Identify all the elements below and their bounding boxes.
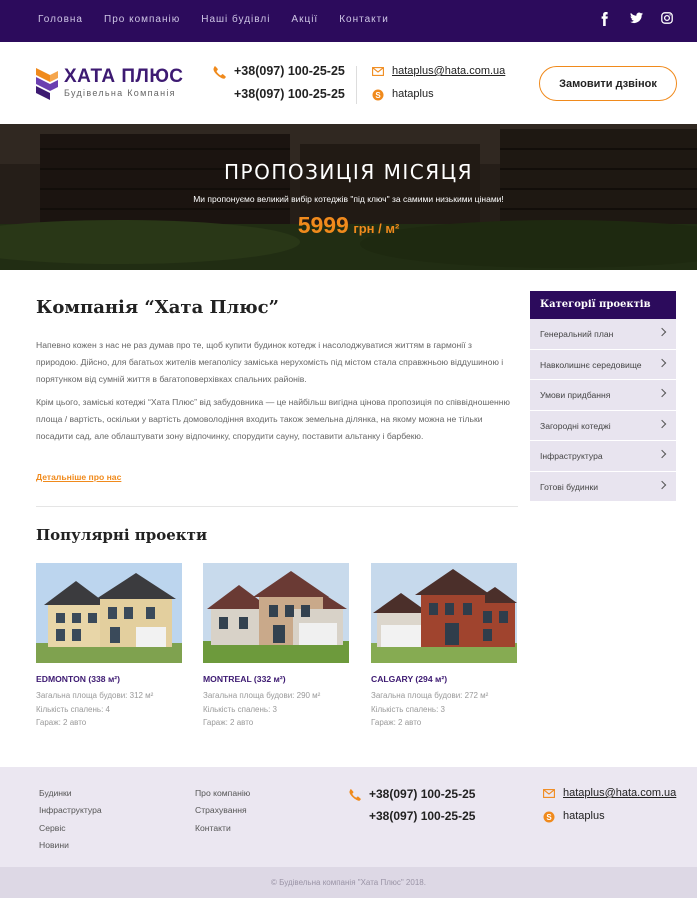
category-label: Загородні котеджі (540, 420, 611, 431)
section-divider (36, 506, 518, 507)
menu-item-home[interactable]: Головна (38, 14, 83, 25)
skype-icon: S (543, 811, 555, 823)
email-icon (372, 67, 384, 76)
chevron-right-icon (657, 449, 667, 459)
about-paragraph-1: Напевно кожен з нас не раз думав про те,… (36, 340, 504, 384)
project-name[interactable]: MONTREAL (332 м²) (203, 674, 349, 684)
twitter-icon[interactable] (630, 12, 643, 26)
social-links (599, 12, 673, 26)
site-footer: Будинки Інфраструктура Сервіс Новини Про… (0, 767, 697, 867)
project-garage: Гараж: 2 авто (36, 718, 87, 727)
categories-list: Генеральний план Навколишнє середовище У… (530, 319, 676, 502)
main-menu: Головна Про компанію Наші будівлі Акції … (38, 14, 410, 25)
footer-menu-1: Будинки Інфраструктура Сервіс Новини (39, 788, 102, 857)
category-label: Інфраструктура (540, 451, 603, 461)
project-image-edmonton[interactable] (36, 563, 182, 663)
category-label: Умови придбання (540, 390, 611, 400)
svg-text:S: S (546, 813, 552, 822)
logo-subtitle: Будівельна Компанія (64, 88, 176, 98)
project-name[interactable]: CALGARY (294 м²) (371, 674, 517, 684)
footer-phone-2[interactable]: +38(097) 100-25-25 (369, 809, 475, 823)
footer-skype[interactable]: hataplus (563, 810, 605, 822)
project-card-calgary[interactable]: CALGARY (294 м²) Загальна площа будови: … (371, 563, 517, 730)
project-area: Загальна площа будови: 272 м² (371, 691, 489, 700)
hero-banner: ПРОПОЗИЦІЯ МІСЯЦЯ Ми пропонуємо великий … (0, 124, 697, 270)
project-bedrooms: Кількість спалень: 4 (36, 704, 110, 714)
project-image-montreal[interactable] (203, 563, 349, 663)
header-skype[interactable]: hataplus (392, 88, 434, 100)
category-item-country-cottages[interactable]: Загородні котеджі (530, 410, 676, 441)
about-more-link[interactable]: Детальніше про нас (36, 472, 121, 482)
phone-icon (349, 789, 361, 801)
chevron-right-icon (657, 388, 667, 398)
chevron-right-icon (657, 419, 667, 428)
project-card-edmonton[interactable]: EDMONTON (338 м²) Загальна площа будови:… (36, 563, 182, 730)
footer-link-houses[interactable]: Будинки (39, 788, 102, 805)
project-bedrooms: Кількість спалень: 3 (371, 704, 445, 714)
category-item-infrastructure[interactable]: Інфраструктура (530, 441, 676, 472)
header-phone-1[interactable]: +38(097) 100-25-25 (234, 64, 345, 78)
category-label: Генеральний план (540, 329, 614, 339)
category-item-general-plan[interactable]: Генеральний план (530, 319, 676, 350)
hero-price: 5999 грн / м² (0, 212, 697, 239)
category-item-purchase-terms[interactable]: Умови придбання (530, 380, 676, 411)
hero-price-unit: грн / м² (353, 221, 400, 236)
project-garage: Гараж: 2 авто (371, 718, 422, 727)
categories-title: Категорії проектів (530, 291, 676, 319)
project-details: Загальна площа будови: 290 м² Кількість … (203, 689, 349, 730)
category-item-environment[interactable]: Навколишнє середовище (530, 349, 676, 380)
header-divider (356, 66, 357, 104)
copyright: © Будівельна компанія "Хата Плюс" 2018. (0, 867, 697, 898)
logo-title[interactable]: ХАТА ПЛЮС (64, 66, 183, 88)
project-image-calgary[interactable] (371, 563, 517, 663)
project-details: Загальна площа будови: 272 м² Кількість … (371, 689, 517, 730)
chevron-right-icon (657, 327, 667, 337)
menu-item-promotions[interactable]: Акції (291, 14, 318, 25)
skype-icon: S (372, 89, 384, 101)
footer-link-contacts[interactable]: Контакти (195, 823, 250, 840)
footer-menu-2: Про компанію Страхування Контакти (195, 788, 250, 840)
instagram-icon[interactable] (661, 12, 673, 26)
facebook-icon[interactable] (599, 12, 610, 26)
category-label: Навколишнє середовище (540, 359, 642, 370)
footer-link-service[interactable]: Сервіс (39, 823, 102, 840)
footer-link-news[interactable]: Новини (39, 840, 102, 857)
project-name[interactable]: EDMONTON (338 м²) (36, 674, 182, 684)
project-area: Загальна площа будови: 290 м² (203, 691, 321, 700)
about-title: Компанія “Хата Плюс” (36, 297, 279, 318)
about-paragraph-2: Крім цього, заміські котеджі “Хата Плюс”… (36, 397, 510, 441)
hero-title: ПРОПОЗИЦІЯ МІСЯЦЯ (223, 160, 474, 184)
category-label: Готові будинки (540, 481, 599, 492)
menu-item-contacts[interactable]: Контакти (339, 14, 389, 25)
site-header: ХАТА ПЛЮС Будівельна Компанія +38(097) 1… (0, 42, 697, 124)
menu-item-buildings[interactable]: Наші будівлі (201, 14, 270, 25)
header-email-link[interactable]: hataplus@hata.com.ua (392, 65, 505, 77)
header-phone-2[interactable]: +38(097) 100-25-25 (234, 87, 345, 101)
logo-icon (36, 68, 58, 100)
category-item-ready-houses[interactable]: Готові будинки (530, 471, 676, 502)
popular-projects-title: Популярні проекти (36, 526, 208, 544)
footer-link-insurance[interactable]: Страхування (195, 805, 250, 822)
chevron-right-icon (657, 480, 667, 489)
chevron-right-icon (657, 358, 667, 367)
project-area: Загальна площа будови: 312 м² (36, 691, 154, 700)
footer-link-about[interactable]: Про компанію (195, 788, 250, 805)
menu-item-about[interactable]: Про компанію (104, 14, 180, 25)
footer-phone-1[interactable]: +38(097) 100-25-25 (369, 787, 475, 801)
project-card-montreal[interactable]: MONTREAL (332 м²) Загальна площа будови:… (203, 563, 349, 730)
hero-price-value: 5999 (297, 212, 349, 238)
project-details: Загальна площа будови: 312 м² Кількість … (36, 689, 182, 730)
svg-text:S: S (375, 91, 381, 100)
order-call-button[interactable]: Замовити дзвінок (539, 66, 677, 101)
footer-email-link[interactable]: hataplus@hata.com.ua (563, 787, 676, 799)
email-icon (543, 789, 555, 798)
project-garage: Гараж: 2 авто (203, 718, 254, 727)
phone-icon (213, 66, 226, 79)
top-navigation-bar: Головна Про компанію Наші будівлі Акції … (0, 0, 697, 42)
footer-link-infrastructure[interactable]: Інфраструктура (39, 805, 102, 822)
project-bedrooms: Кількість спалень: 3 (203, 704, 277, 714)
hero-subtitle: Ми пропонуємо великий вибір котеджів "пі… (193, 194, 504, 204)
